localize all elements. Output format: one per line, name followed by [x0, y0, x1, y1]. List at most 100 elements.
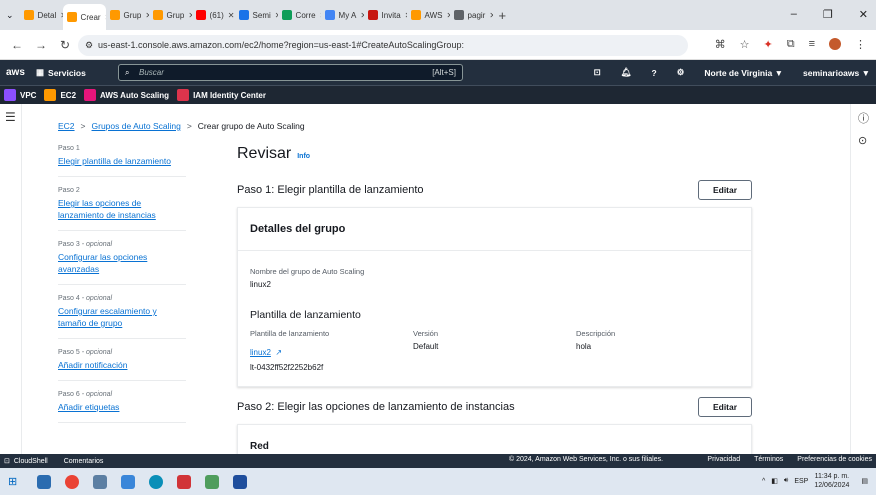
account-menu[interactable]: seminarioaws ▼ [803, 68, 870, 78]
back-icon[interactable]: ← [10, 38, 24, 52]
step-link[interactable]: Configurar escalamiento y tamaño de grup… [58, 305, 186, 329]
tray-chevron-icon[interactable]: ^ [762, 478, 765, 485]
breadcrumb-groups[interactable]: Grupos de Auto Scaling [92, 121, 181, 131]
notifications-bell-icon[interactable]: 🔔︎ [621, 67, 632, 78]
cookie-prefs-link[interactable]: Preferencias de cookies [797, 456, 872, 463]
tab-favicon-icon [324, 10, 335, 20]
chrome-icon[interactable] [65, 474, 80, 489]
tab-favicon-icon [281, 10, 292, 20]
step-link[interactable]: Configurar las opciones avanzadas [58, 251, 186, 275]
browser-tab[interactable]: (61) ✕ [192, 3, 235, 27]
favorite-ec2[interactable]: EC2 [44, 89, 76, 101]
region-selector[interactable]: Norte de Virginia ▼ [704, 68, 783, 78]
browser-tab[interactable]: pagir✕ [450, 3, 493, 27]
page-title-row: Revisar Info [237, 145, 752, 163]
volume-icon[interactable]: 🔊︎ [784, 477, 788, 485]
favorite-iam-identity-center[interactable]: IAM Identity Center [177, 89, 266, 101]
feedback-icon[interactable]: ⊙ [858, 134, 867, 147]
info-panel-icon[interactable]: ⓘ [858, 110, 869, 126]
close-window-icon[interactable]: ✕ [859, 8, 868, 21]
step-link[interactable]: Elegir las opciones de lanzamiento de in… [58, 197, 186, 221]
service-icon [177, 89, 190, 101]
file-explorer-icon[interactable] [37, 474, 52, 489]
app-blue-icon[interactable] [233, 474, 248, 489]
feedback-link[interactable]: Comentarios [64, 458, 104, 465]
puzzle-icon[interactable]: ⧉ [787, 38, 795, 51]
browser-menu-icon[interactable]: ⋮ [855, 38, 866, 51]
step-number: Paso 5 - opcional [58, 349, 113, 356]
privacy-link[interactable]: Privacidad [707, 456, 740, 463]
profile-avatar-icon[interactable] [829, 38, 841, 50]
aws-logo[interactable]: aws [6, 68, 30, 78]
browser-tab[interactable]: Crear✕ [62, 4, 106, 30]
step-number: Paso 6 - opcional [58, 391, 113, 398]
address-bar: ← → ↻ ⚙ us-east-1.console.aws.amazon.com… [0, 30, 876, 60]
network-icon[interactable]: ◧ [771, 477, 778, 485]
tab-favicon-icon [66, 12, 77, 22]
browser-tab[interactable]: Semi✕ [235, 3, 278, 27]
browser-tab[interactable]: Invita✕ [364, 3, 407, 27]
forward-icon[interactable]: → [34, 38, 48, 52]
settings-gear-icon[interactable]: ⚙ [677, 67, 685, 78]
step-link[interactable]: Añadir notificación [58, 359, 186, 371]
restore-icon[interactable]: ❐ [823, 8, 833, 21]
task-view-icon[interactable] [93, 474, 108, 489]
browser-tab[interactable]: AWS✕ [407, 3, 450, 27]
console-footer: ⊡ CloudShell Comentarios © 2024, Amazon … [0, 454, 876, 468]
browser-tab[interactable]: My A✕ [321, 3, 364, 27]
url-field[interactable]: ⚙ us-east-1.console.aws.amazon.com/ec2/h… [78, 35, 688, 56]
services-menu-button[interactable]: ▦ Servicios [36, 67, 86, 78]
notifications-icon[interactable]: ▤ [861, 477, 868, 485]
hamburger-menu-icon[interactable]: ☰ [5, 110, 16, 124]
cloudshell-button[interactable]: ⊡ CloudShell [4, 457, 48, 466]
info-link[interactable]: Info [297, 153, 310, 160]
language-indicator[interactable]: ESP [794, 478, 808, 485]
tab-title: Grup [166, 10, 185, 20]
favorite-vpc[interactable]: VPC [4, 89, 36, 101]
browser-tab[interactable]: Detal✕ [20, 3, 63, 27]
browser-tab-bar: ⌄ Detal✕Crear✕Grup✕Grup✕(61)✕Semi✕Corre✕… [0, 0, 876, 30]
launch-template-section-title: Plantilla de lanzamiento [250, 309, 361, 321]
tab-favicon-icon [109, 10, 120, 20]
browser-tab[interactable]: Grup✕ [106, 3, 149, 27]
tab-title: pagir [467, 10, 486, 20]
windows-start-icon[interactable]: ⊞ [8, 475, 17, 488]
search-icon: ⌕ [125, 68, 130, 77]
edit-step1-button[interactable]: Editar [698, 180, 752, 200]
terms-link[interactable]: Términos [754, 456, 783, 463]
external-link-icon[interactable]: ↗ [275, 348, 282, 357]
launch-template-link[interactable]: linux2 [250, 348, 271, 357]
extension-icon[interactable]: ✦ [764, 38, 773, 51]
favorite-label: AWS Auto Scaling [100, 90, 170, 100]
help-icon[interactable]: ? [652, 68, 657, 78]
breadcrumb-ec2[interactable]: EC2 [58, 121, 75, 131]
notes-icon[interactable] [205, 474, 220, 489]
browser-tab[interactable]: Corre✕ [278, 3, 321, 27]
wizard-step: Paso 2 Elegir las opciones de lanzamiento… [58, 187, 186, 231]
browser-tab[interactable]: Grup✕ [149, 3, 192, 27]
asg-name-label: Nombre del grupo de Auto Scaling [250, 267, 365, 276]
reading-list-icon[interactable]: ≡ [809, 38, 815, 51]
tab-list-chevron-icon[interactable]: ⌄ [6, 10, 14, 21]
bookmark-star-icon[interactable]: ☆ [740, 38, 750, 51]
tab-close-icon[interactable]: ✕ [489, 11, 492, 20]
edge-icon[interactable] [149, 474, 164, 489]
translate-icon[interactable]: ⌘ [715, 38, 726, 51]
tab-close-icon[interactable]: ✕ [228, 11, 235, 20]
search-input[interactable]: ⌕ Buscar [Alt+S] [118, 64, 463, 81]
site-info-icon[interactable]: ⚙ [85, 35, 93, 56]
minimize-icon[interactable]: – [791, 8, 797, 21]
tab-favicon-icon [410, 10, 421, 20]
app-red-icon[interactable] [177, 474, 192, 489]
service-icon [4, 89, 16, 101]
reload-icon[interactable]: ↻ [58, 38, 72, 52]
tab-title: My A [338, 10, 357, 20]
photos-icon[interactable] [121, 474, 136, 489]
favorite-aws-auto-scaling[interactable]: AWS Auto Scaling [84, 89, 169, 101]
cloudshell-icon[interactable]: ⊡ [594, 67, 601, 78]
step-link[interactable]: Añadir etiquetas [58, 401, 186, 413]
clock[interactable]: 11:34 p. m. 12/06/2024 [814, 472, 849, 490]
edit-step2-button[interactable]: Editar [698, 397, 752, 417]
new-tab-button[interactable]: + [499, 8, 507, 23]
step-link[interactable]: Elegir plantilla de lanzamiento [58, 155, 186, 167]
